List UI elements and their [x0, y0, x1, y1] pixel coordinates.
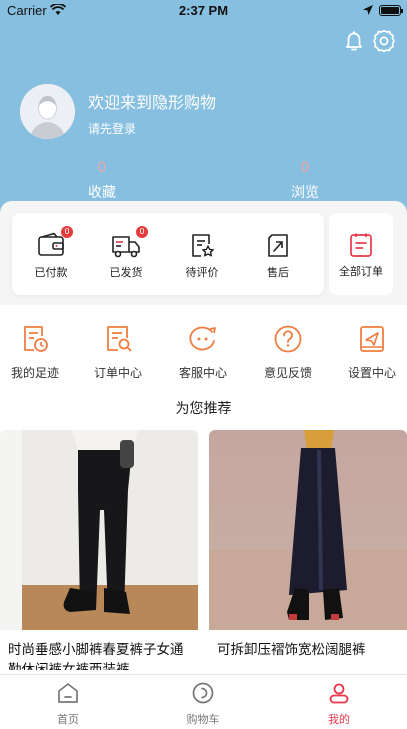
- favorites-count: 0: [97, 160, 107, 176]
- tab-mine[interactable]: 我的: [299, 681, 379, 727]
- product-card[interactable]: 时尚垂感小脚裤春夏裤子女通勤休闲裤女裤西装裤: [0, 430, 198, 670]
- settings-label: 设置中心: [347, 366, 396, 380]
- gear-icon[interactable]: [372, 29, 396, 53]
- footprint-label: 我的足迹: [10, 366, 59, 380]
- bottom-tab-bar: 首页 购物车 我的: [0, 674, 407, 729]
- service-order-center[interactable]: 订单中心: [83, 324, 153, 381]
- user-icon: [329, 683, 349, 704]
- send-icon: [360, 326, 384, 352]
- bell-icon[interactable]: [342, 29, 366, 53]
- order-shipped[interactable]: 0 已发货: [88, 226, 164, 280]
- support-label: 客服中心: [178, 366, 227, 380]
- review-icon: [192, 234, 214, 257]
- truck-icon: [112, 236, 140, 258]
- login-link[interactable]: 请先登录: [88, 120, 136, 137]
- after-sales-icon: [268, 234, 288, 257]
- welcome-text: 欢迎来到隐形购物: [88, 93, 217, 112]
- order-shipped-label: 已发货: [109, 266, 143, 279]
- wallet-icon: [38, 232, 64, 256]
- status-bar: Carrier 2:37 PM: [0, 0, 407, 22]
- battery-icon: [379, 5, 403, 16]
- order-paid[interactable]: 0 已付款: [13, 226, 89, 280]
- browse-history-stat[interactable]: 0 浏览: [255, 160, 355, 202]
- service-customer-support[interactable]: 客服中心: [168, 324, 238, 381]
- question-icon: [274, 325, 302, 353]
- order-search-icon: [107, 326, 132, 352]
- order-review-label: 待评价: [185, 266, 219, 279]
- browse-count: 0: [300, 160, 310, 176]
- all-orders-label: 全部订单: [339, 265, 383, 278]
- service-feedback[interactable]: 意见反馈: [253, 324, 323, 381]
- recommend-title: 为您推荐: [175, 401, 232, 417]
- product-name: 时尚垂感小脚裤春夏裤子女通勤休闲裤女裤西装裤: [8, 642, 184, 670]
- tab-mine-label: 我的: [328, 713, 350, 726]
- order-to-review[interactable]: 待评价: [164, 232, 240, 280]
- product-card[interactable]: 可拆卸压褶饰宽松阔腿裤: [209, 430, 407, 670]
- order-paid-label: 已付款: [34, 266, 68, 279]
- tab-home-label: 首页: [57, 713, 79, 726]
- default-avatar-icon: [20, 84, 75, 139]
- order-list-icon: [350, 233, 372, 257]
- shipped-badge: 0: [136, 226, 148, 238]
- order-after-sales[interactable]: 售后: [240, 232, 316, 280]
- product-image: [209, 430, 407, 630]
- order-after-sales-label: 售后: [267, 266, 289, 279]
- product-name: 可拆卸压褶饰宽松阔腿裤: [217, 642, 366, 658]
- paid-badge: 0: [61, 226, 73, 238]
- service-settings[interactable]: 设置中心: [337, 324, 407, 381]
- home-icon: [58, 683, 78, 703]
- tab-home[interactable]: 首页: [28, 681, 108, 727]
- tab-cart-label: 购物车: [186, 713, 220, 726]
- feedback-label: 意见反馈: [263, 366, 312, 380]
- status-time: 2:37 PM: [178, 3, 229, 18]
- order-center-label: 订单中心: [93, 366, 142, 380]
- footprint-icon: [24, 326, 48, 352]
- tab-cart[interactable]: 购物车: [163, 681, 243, 727]
- location-arrow-icon: [363, 5, 373, 15]
- browse-label: 浏览: [291, 185, 319, 201]
- all-orders-button[interactable]: 全部订单: [329, 213, 393, 295]
- chat-icon: [189, 326, 216, 351]
- product-image: [0, 430, 198, 630]
- cart-icon: [192, 682, 214, 704]
- favorites-stat[interactable]: 0 收藏: [52, 160, 152, 202]
- service-footprint[interactable]: 我的足迹: [0, 324, 70, 381]
- favorites-label: 收藏: [88, 185, 116, 201]
- avatar[interactable]: [20, 84, 75, 139]
